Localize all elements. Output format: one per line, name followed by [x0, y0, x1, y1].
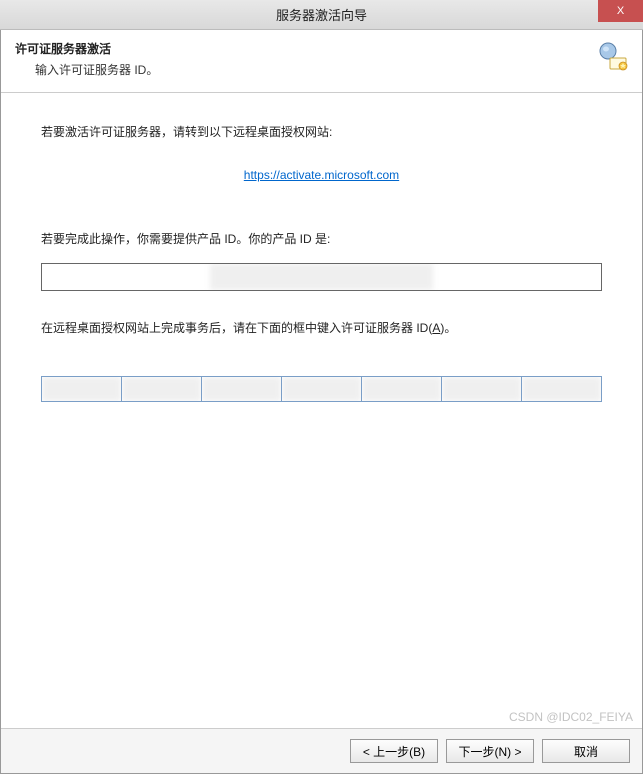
- page-title: 许可证服务器激活: [15, 40, 588, 57]
- id-segment-input[interactable]: [41, 376, 122, 402]
- activation-link-row: https://activate.microsoft.com: [41, 168, 602, 182]
- id-segment-input[interactable]: [122, 376, 202, 402]
- back-button[interactable]: < 上一步(B): [350, 739, 438, 763]
- id-segment-input[interactable]: [282, 376, 362, 402]
- id-segment-input[interactable]: [202, 376, 282, 402]
- wizard-content: 若要激活许可证服务器，请转到以下远程桌面授权网站: https://activa…: [1, 93, 642, 728]
- wizard-body: 许可证服务器激活 输入许可证服务器 ID。 若要激活许可证服务器，请转到以下远程…: [0, 30, 643, 774]
- page-subtitle: 输入许可证服务器 ID。: [35, 61, 588, 78]
- activation-link[interactable]: https://activate.microsoft.com: [244, 168, 399, 182]
- wizard-button-bar: < 上一步(B) 下一步(N) > 取消: [1, 728, 642, 773]
- license-server-id-row: [41, 376, 602, 402]
- instruction-product-id: 若要完成此操作，你需要提供产品 ID。你的产品 ID 是:: [41, 230, 602, 247]
- close-icon: X: [617, 5, 624, 17]
- wizard-header: 许可证服务器激活 输入许可证服务器 ID。: [1, 30, 642, 93]
- license-wizard-icon: [596, 40, 628, 72]
- cancel-button[interactable]: 取消: [542, 739, 630, 763]
- close-button[interactable]: X: [598, 0, 643, 22]
- id-segment-input[interactable]: [442, 376, 522, 402]
- id-segment-input[interactable]: [522, 376, 602, 402]
- product-id-display: [41, 263, 602, 291]
- title-bar: 服务器激活向导 X: [0, 0, 643, 30]
- id-segment-input[interactable]: [362, 376, 442, 402]
- next-button[interactable]: 下一步(N) >: [446, 739, 534, 763]
- window-title: 服务器激活向导: [0, 5, 643, 24]
- instruction-enter-id: 在远程桌面授权网站上完成事务后，请在下面的框中键入许可证服务器 ID(A)。: [41, 319, 602, 336]
- instruction-activate: 若要激活许可证服务器，请转到以下远程桌面授权网站:: [41, 123, 602, 140]
